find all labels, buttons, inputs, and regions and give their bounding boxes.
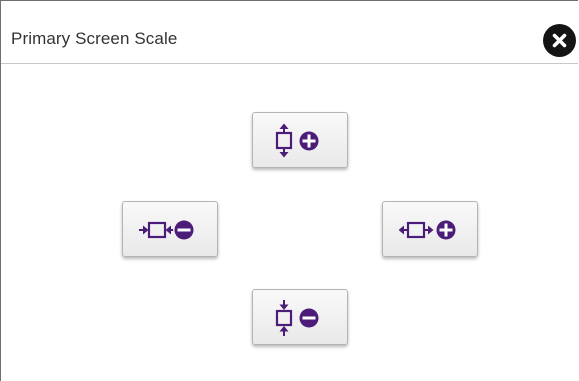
primary-screen-scale-dialog: Primary Screen Scale bbox=[0, 0, 578, 381]
shrink-horizontal-minus-icon bbox=[139, 220, 194, 240]
dialog-header: Primary Screen Scale bbox=[1, 1, 578, 64]
expand-vertical-plus-icon bbox=[275, 123, 319, 158]
increase-vertical-scale-button[interactable] bbox=[252, 112, 348, 168]
shrink-vertical-minus-icon bbox=[275, 300, 319, 336]
decrease-vertical-scale-button[interactable] bbox=[252, 289, 348, 345]
decrease-horizontal-scale-button[interactable] bbox=[122, 201, 218, 257]
increase-horizontal-scale-button[interactable] bbox=[382, 201, 478, 257]
expand-horizontal-plus-icon bbox=[399, 220, 456, 240]
close-icon bbox=[552, 33, 567, 48]
close-button[interactable] bbox=[543, 24, 576, 57]
dialog-title: Primary Screen Scale bbox=[11, 29, 178, 48]
